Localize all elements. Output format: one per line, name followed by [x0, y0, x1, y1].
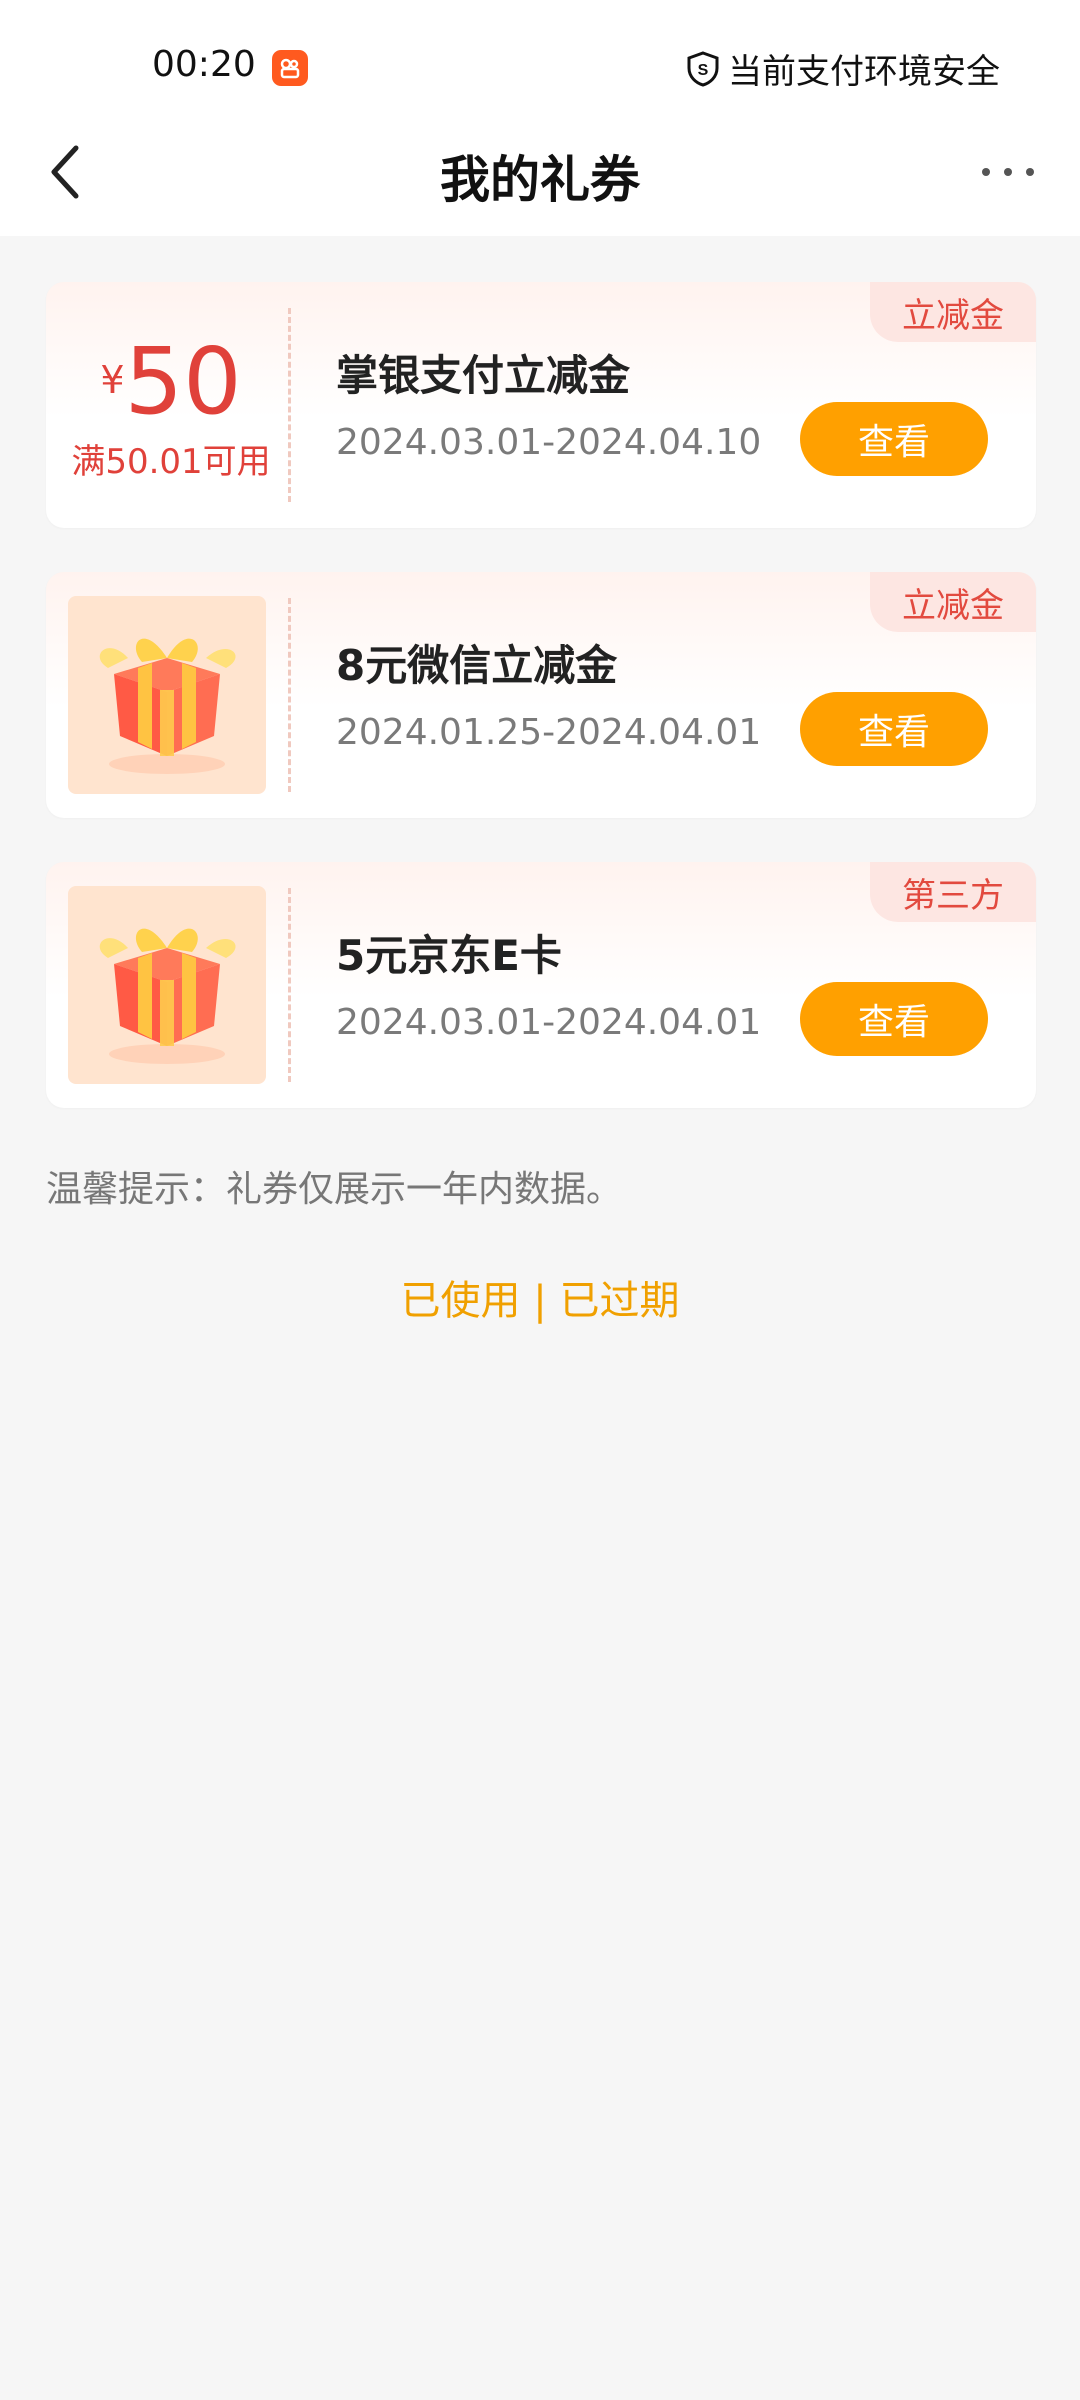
amount-value: 50 [124, 328, 242, 435]
coupon-name: 掌银支付立减金 [336, 351, 631, 400]
used-link[interactable]: 已使用 [401, 1278, 521, 1324]
svg-text:S: S [698, 62, 709, 79]
dashed-divider [288, 888, 291, 1082]
coupon-date-range: 2024.03.01-2024.04.10 [336, 422, 762, 463]
more-dots-icon [982, 168, 1034, 176]
security-text: 当前支付环境安全 [728, 52, 1000, 92]
coupon-tag: 立减金 [870, 572, 1036, 632]
security-status: S 当前支付环境安全 [686, 44, 1000, 93]
expired-link[interactable]: 已过期 [559, 1278, 679, 1324]
coupon-date-range: 2024.03.01-2024.04.01 [336, 1002, 762, 1043]
coupon-name: 8元微信立减金 [336, 641, 618, 690]
history-links: 已使用 | 已过期 [0, 1268, 1080, 1326]
coupon-name: 5元京东E卡 [336, 931, 562, 980]
more-button[interactable] [978, 152, 1038, 192]
app-badge-icon [272, 50, 308, 86]
dashed-divider [288, 308, 291, 502]
tip-text: 温馨提示：礼券仅展示一年内数据。 [46, 1169, 623, 1210]
status-time: 00:20 [152, 44, 256, 85]
currency-symbol: ¥ [100, 358, 125, 402]
view-button[interactable]: 查看 [800, 982, 988, 1056]
coupon-condition: 满50.01可用 [71, 442, 271, 482]
view-button[interactable]: 查看 [800, 692, 988, 766]
coupon-date-range: 2024.01.25-2024.04.01 [336, 712, 762, 753]
gift-box-icon [68, 886, 266, 1084]
shield-icon: S [687, 50, 719, 87]
gift-box-icon [68, 596, 266, 794]
coupon-card[interactable]: 立减金 ¥50 满50.01可用 掌银支付立减金 2024.03.01-2024… [46, 282, 1036, 528]
coupon-tag: 立减金 [870, 282, 1036, 342]
coupon-amount: ¥50 满50.01可用 [66, 336, 276, 483]
coupon-card[interactable]: 第三方 5元京东E卡 2024.03.01-2024.04.01 查看 [46, 862, 1036, 1108]
dashed-divider [288, 598, 291, 792]
top-bar: 00:20 S 当前支付环境安全 我的礼券 [0, 0, 1080, 236]
link-separator: | [533, 1278, 547, 1324]
view-button[interactable]: 查看 [800, 402, 988, 476]
page-title: 我的礼券 [440, 151, 640, 209]
coupon-card[interactable]: 立减金 8元微信立减金 2024.01.25-2024.04.01 查看 [46, 572, 1036, 818]
coupon-tag: 第三方 [870, 862, 1036, 922]
